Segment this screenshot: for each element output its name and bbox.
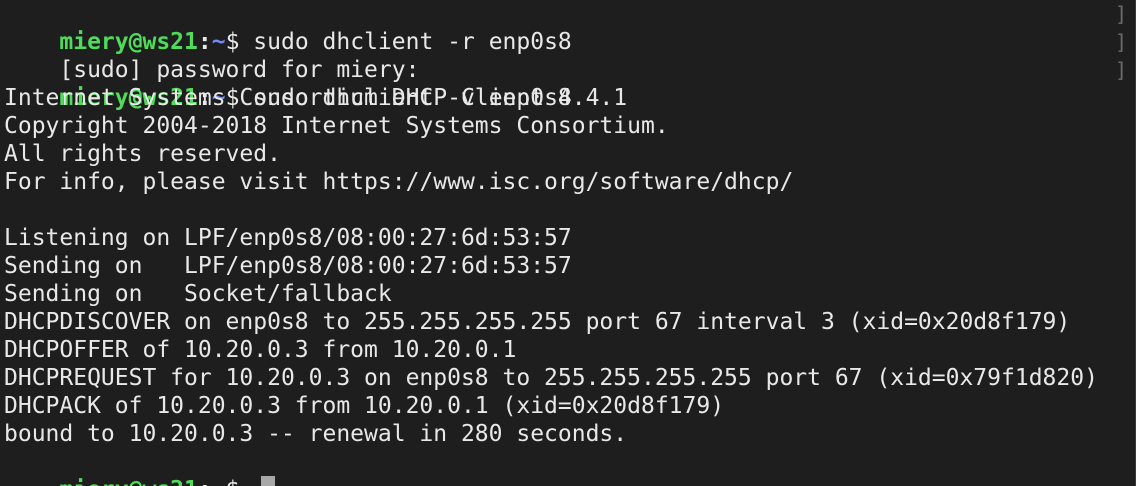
terminal-line-output: DHCPACK of 10.20.0.3 from 10.20.0.1 (xid… [4, 393, 725, 419]
terminal-line-output: Copyright 2004-2018 Internet Systems Con… [4, 113, 669, 139]
terminal-line-output: Listening on LPF/enp0s8/08:00:27:6d:53:5… [4, 225, 572, 251]
terminal-line-prompt[interactable]: miery@ws21:~$ [4, 448, 1135, 486]
terminal-line-output: DHCPOFFER of 10.20.0.3 from 10.20.0.1 [4, 337, 517, 363]
terminal-line-output: Internet Systems Consortium DHCP Client … [4, 85, 628, 111]
terminal-line-output: [sudo] password for miery: ] [4, 28, 1135, 83]
terminal-line-output: Sending on LPF/enp0s8/08:00:27:6d:53:57 [4, 253, 572, 279]
prompt-user-host: miery@ws21 [59, 477, 197, 486]
terminal-line-output: DHCPDISCOVER on enp0s8 to 255.255.255.25… [4, 309, 1071, 335]
terminal-line-command: miery@ws21:~$ sudo dhclient -r enp0s8 ] [4, 0, 1135, 55]
terminal-line-output: bound to 10.20.0.3 -- renewal in 280 sec… [4, 421, 628, 447]
terminal-line-output: Sending on Socket/fallback [4, 281, 392, 307]
terminal-line-command: miery@ws21:~$ sudo dhclient -v enp0s8 ] [4, 56, 1135, 111]
line-edge-bracket: ] [1114, 58, 1127, 82]
text-cursor[interactable] [261, 476, 276, 486]
terminal-line-output: DHCPREQUEST for 10.20.0.3 on enp0s8 to 2… [4, 365, 1098, 391]
line-edge-bracket: ] [1114, 30, 1127, 54]
prompt-path: ~ [212, 477, 226, 486]
terminal-line-output: All rights reserved. [4, 141, 281, 167]
line-edge-bracket: ] [1114, 2, 1127, 26]
terminal-line-output: For info, please visit https://www.isc.o… [4, 169, 794, 195]
terminal-window[interactable]: miery@ws21:~$ sudo dhclient -r enp0s8 ] … [0, 0, 1136, 486]
prompt-symbol: $ [226, 477, 254, 486]
prompt-colon: : [198, 477, 212, 486]
